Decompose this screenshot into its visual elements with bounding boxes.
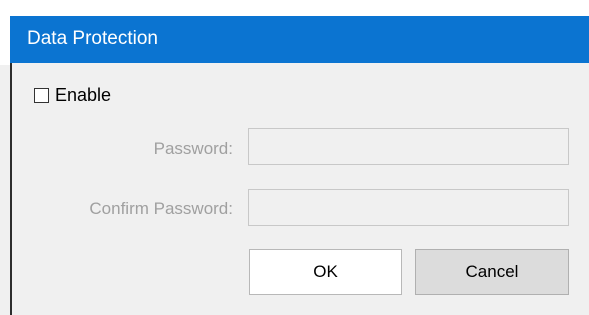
enable-checkbox[interactable] [34, 87, 49, 103]
enable-checkbox-row[interactable]: Enable [34, 84, 111, 106]
password-field [248, 128, 569, 165]
title-bar: Data Protection [0, 0, 589, 65]
confirm-password-field [248, 189, 569, 226]
cancel-button[interactable]: Cancel [415, 249, 569, 295]
enable-label[interactable]: Enable [55, 84, 111, 106]
confirm-password-label: Confirm Password: [89, 199, 233, 218]
ok-button[interactable]: OK [249, 249, 402, 295]
dialog-title: Data Protection [27, 28, 158, 49]
data-protection-dialog: Data Protection Enable Password: Confirm… [0, 0, 589, 315]
password-label: Password: [153, 139, 233, 158]
